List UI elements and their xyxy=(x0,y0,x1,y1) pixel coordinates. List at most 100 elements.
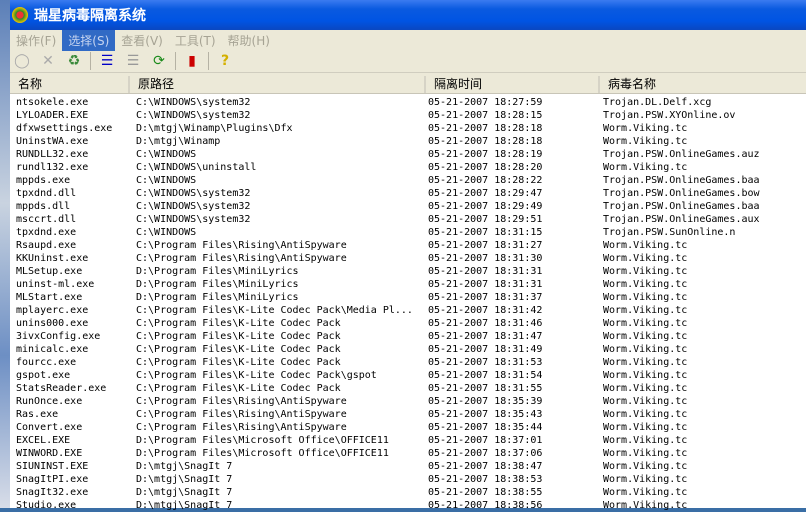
table-row[interactable]: rundl132.exe C:\WINDOWS\uninstall 05-21-20… xyxy=(10,161,806,174)
quarantine-list[interactable]: 名称 原路径 隔离时间 病毒名称 ntsokele.exe C:\WINDOWS\… xyxy=(10,76,806,511)
table-row[interactable]: msccrt.dll C:\WINDOWS\system32 05-21-2007 … xyxy=(10,213,806,226)
cell-path: C:\Program Files\Rising\AntiSpyware xyxy=(136,422,347,433)
menu-select[interactable]: 选择(S) xyxy=(62,29,116,51)
menu-operate[interactable]: 操作(F) xyxy=(10,30,62,51)
cell-time: 05-21-2007 18:28:18 xyxy=(428,123,543,134)
table-row[interactable]: mppds.exe C:\WINDOWS 05-21-2007 18:28:22 Tr… xyxy=(10,174,806,187)
delete-icon[interactable]: ✕ xyxy=(38,51,58,71)
cell-time: 05-21-2007 18:29:49 xyxy=(428,201,543,212)
table-row[interactable]: RunOnce.exe C:\Program Files\Rising\AntiS… xyxy=(10,395,806,408)
cell-time: 05-21-2007 18:28:19 xyxy=(428,149,543,160)
table-row[interactable]: fourcc.exe C:\Program Files\K-Lite Codec … xyxy=(10,356,806,369)
table-row[interactable]: dfxwsettings.exe D:\mtgj\Winamp\Plugins\D… xyxy=(10,122,806,135)
toolbar: ◯ ✕ ♻ ☰ ☰ ⟳ ▮ ? xyxy=(10,50,806,73)
cell-time: 05-21-2007 18:28:22 xyxy=(428,175,543,186)
cell-name: ntsokele.exe xyxy=(16,97,89,108)
table-row[interactable]: Studio.exe D:\mtgj\SnagIt 7 05-21-2007 18:… xyxy=(10,499,806,512)
cell-virus: Worm.Viking.tc xyxy=(603,279,688,290)
cell-path: D:\mtgj\SnagIt 7 xyxy=(136,487,233,498)
table-row[interactable]: WINWORD.EXE D:\Program Files\Microsoft Of… xyxy=(10,447,806,460)
cell-virus: Worm.Viking.tc xyxy=(603,409,688,420)
column-header-path[interactable]: 原路径 xyxy=(130,76,426,93)
cell-time: 05-21-2007 18:31:55 xyxy=(428,383,543,394)
cell-time: 05-21-2007 18:31:47 xyxy=(428,331,543,342)
cell-time: 05-21-2007 18:27:59 xyxy=(428,97,543,108)
cell-time: 05-21-2007 18:31:53 xyxy=(428,357,543,368)
table-row[interactable]: Ras.exe C:\Program Files\Rising\AntiSpywa… xyxy=(10,408,806,421)
table-row[interactable]: SnagIt32.exe D:\mtgj\SnagIt 7 05-21-2007 1… xyxy=(10,486,806,499)
cell-name: Ras.exe xyxy=(16,409,59,420)
table-row[interactable]: EXCEL.EXE D:\Program Files\Microsoft Offi… xyxy=(10,434,806,447)
cell-virus: Trojan.PSW.OnlineGames.aux xyxy=(603,214,760,225)
cell-virus: Worm.Viking.tc xyxy=(603,331,688,342)
cell-name: uninst-ml.exe xyxy=(16,279,95,290)
column-header-virus[interactable]: 病毒名称 xyxy=(600,76,806,93)
table-row[interactable]: 3ivxConfig.exe C:\Program Files\K-Lite Co… xyxy=(10,330,806,343)
select-none-icon[interactable]: ☰ xyxy=(123,51,143,71)
table-row[interactable]: ntsokele.exe C:\WINDOWS\system32 05-21-200… xyxy=(10,96,806,109)
cell-virus: Trojan.PSW.OnlineGames.baa xyxy=(603,201,760,212)
cell-path: C:\Program Files\K-Lite Codec Pack xyxy=(136,318,341,329)
menu-view[interactable]: 查看(V) xyxy=(115,30,169,51)
cell-time: 05-21-2007 18:35:43 xyxy=(428,409,543,420)
cell-name: SIUNINST.EXE xyxy=(16,461,89,472)
table-row[interactable]: tpxdnd.exe C:\WINDOWS 05-21-2007 18:31:15 T… xyxy=(10,226,806,239)
restore-icon[interactable]: ◯ xyxy=(12,51,32,71)
cell-virus: Trojan.PSW.OnlineGames.baa xyxy=(603,175,760,186)
table-row[interactable]: MLSetup.exe D:\Program Files\MiniLyrics 05… xyxy=(10,265,806,278)
cell-virus: Worm.Viking.tc xyxy=(603,474,688,485)
table-row[interactable]: LYLOADER.EXE C:\WINDOWS\system32 05-21-200… xyxy=(10,109,806,122)
cell-path: C:\Program Files\Rising\AntiSpyware xyxy=(136,409,347,420)
cell-time: 05-21-2007 18:31:49 xyxy=(428,344,543,355)
cell-path: C:\WINDOWS xyxy=(136,227,197,238)
table-row[interactable]: mppds.dll C:\WINDOWS\system32 05-21-2007 1… xyxy=(10,200,806,213)
table-row[interactable]: mplayerc.exe C:\Program Files\K-Lite Code… xyxy=(10,304,806,317)
table-row[interactable]: SIUNINST.EXE D:\mtgj\SnagIt 7 05-21-2007 1… xyxy=(10,460,806,473)
cell-name: mppds.dll xyxy=(16,201,71,212)
table-row[interactable]: UninstWA.exe D:\mtgj\Winamp 05-21-2007 18:… xyxy=(10,135,806,148)
cell-name: fourcc.exe xyxy=(16,357,77,368)
table-row[interactable]: tpxdnd.dll C:\WINDOWS\system32 05-21-2007 … xyxy=(10,187,806,200)
table-row[interactable]: gspot.exe C:\Program Files\K-Lite Codec P… xyxy=(10,369,806,382)
cell-virus: Worm.Viking.tc xyxy=(603,370,688,381)
cell-time: 05-21-2007 18:28:18 xyxy=(428,136,543,147)
table-row[interactable]: minicalc.exe C:\Program Files\K-Lite Code… xyxy=(10,343,806,356)
column-header-time[interactable]: 隔离时间 xyxy=(426,76,600,93)
table-row[interactable]: RUNDLL32.exe C:\WINDOWS 05-21-2007 18:28:1… xyxy=(10,148,806,161)
cell-path: D:\Program Files\Microsoft Office\OFFICE… xyxy=(136,448,389,459)
cell-time: 05-21-2007 18:38:47 xyxy=(428,461,543,472)
table-row[interactable]: KKUninst.exe C:\Program Files\Rising\Anti… xyxy=(10,252,806,265)
table-row[interactable]: StatsReader.exe C:\Program Files\K-Lite C… xyxy=(10,382,806,395)
refresh-icon[interactable]: ⟳ xyxy=(149,51,169,71)
cell-name: msccrt.dll xyxy=(16,214,77,225)
menu-tools[interactable]: 工具(T) xyxy=(169,30,222,51)
cell-virus: Worm.Viking.tc xyxy=(603,357,688,368)
cell-name: SnagItPI.exe xyxy=(16,474,89,485)
table-row[interactable]: Convert.exe C:\Program Files\Rising\AntiS… xyxy=(10,421,806,434)
recycle-icon[interactable]: ♻ xyxy=(64,51,84,71)
cell-path: D:\mtgj\Winamp xyxy=(136,136,221,147)
cell-time: 05-21-2007 18:38:56 xyxy=(428,500,543,511)
cell-path: C:\Program Files\Rising\AntiSpyware xyxy=(136,253,347,264)
table-row[interactable]: Rsaupd.exe C:\Program Files\Rising\AntiSp… xyxy=(10,239,806,252)
cell-path: C:\Program Files\K-Lite Codec Pack\Media… xyxy=(136,305,413,316)
table-row[interactable]: MLStart.exe D:\Program Files\MiniLyrics 05… xyxy=(10,291,806,304)
help-icon[interactable]: ? xyxy=(215,51,235,71)
cell-name: minicalc.exe xyxy=(16,344,89,355)
table-row[interactable]: uninst-ml.exe D:\Program Files\MiniLyrics… xyxy=(10,278,806,291)
table-row[interactable]: unins000.exe C:\Program Files\K-Lite Code… xyxy=(10,317,806,330)
cell-virus: Trojan.DL.Delf.xcg xyxy=(603,97,712,108)
table-row[interactable]: SnagItPI.exe D:\mtgj\SnagIt 7 05-21-2007 1… xyxy=(10,473,806,486)
cell-time: 05-21-2007 18:29:51 xyxy=(428,214,543,225)
select-all-icon[interactable]: ☰ xyxy=(97,51,117,71)
column-header-name[interactable]: 名称 xyxy=(10,76,130,93)
menu-help[interactable]: 帮助(H) xyxy=(222,30,276,51)
cell-name: RUNDLL32.exe xyxy=(16,149,89,160)
cell-time: 05-21-2007 18:31:31 xyxy=(428,279,543,290)
cell-name: Rsaupd.exe xyxy=(16,240,77,251)
title-bar[interactable]: 瑞星病毒隔离系统 xyxy=(10,0,806,30)
cell-time: 05-21-2007 18:35:44 xyxy=(428,422,543,433)
cell-name: tpxdnd.dll xyxy=(16,188,77,199)
cell-path: D:\Program Files\MiniLyrics xyxy=(136,266,299,277)
statistics-chart-icon[interactable]: ▮ xyxy=(182,51,202,71)
